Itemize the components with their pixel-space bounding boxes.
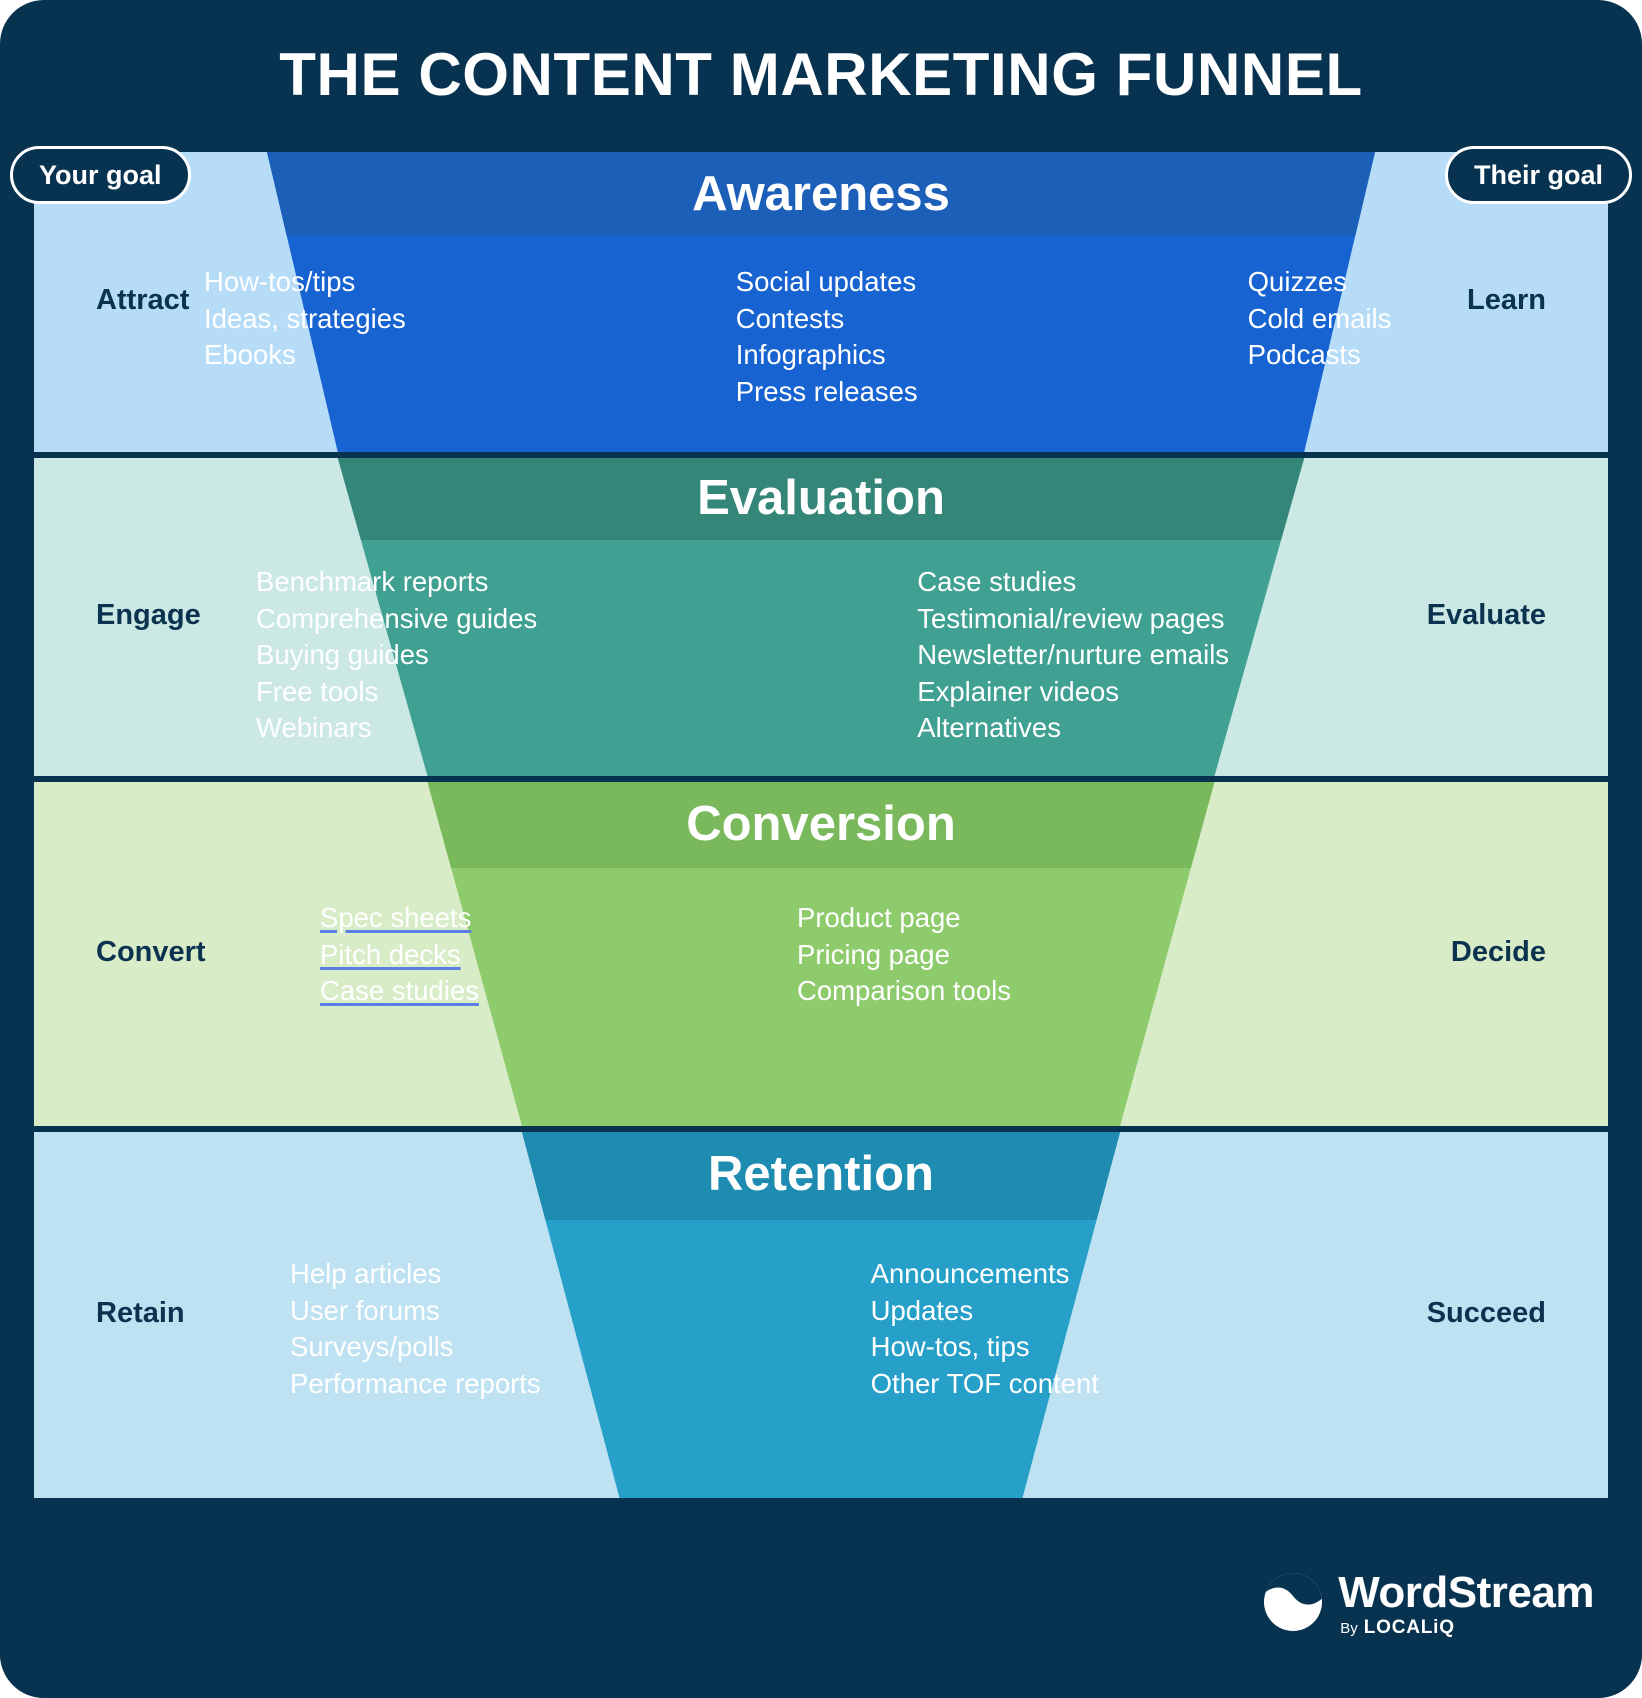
funnel-stage-awareness: Awareness Attract Learn How-tos/tips Ideas, … [34, 152, 1608, 452]
content-item: Updates [870, 1294, 974, 1326]
content-item: Benchmark reports [256, 566, 489, 597]
content-column: Announcements Updates How-tos, tips Other T… [871, 1256, 1099, 1402]
content-link-item[interactable]: Pitch decks [320, 937, 479, 974]
funnel-stage-retention: Retention Retain Succeed Help articles User … [34, 1132, 1608, 1498]
funnel-stage-evaluation: Evaluation Engage Evaluate Benchmark report… [34, 458, 1608, 776]
content-item: Cold emails [1247, 302, 1392, 334]
content-item: Alternatives [917, 712, 1061, 743]
content-item: Testimonial/review pages [917, 602, 1225, 634]
your-goal-badge: Your goal [10, 146, 191, 204]
page-title: THE CONTENT MARKETING FUNNEL [279, 40, 1363, 108]
content-item: Other TOF content [870, 1367, 1099, 1399]
brand-parent-line: By LOCALiQ [1340, 1617, 1594, 1639]
stage-content-columns-evaluation: Benchmark reports Comprehensive guides Buy… [256, 564, 1229, 747]
brand-by-label: By [1340, 1620, 1358, 1637]
content-column: How-tos/tips Ideas, strategies Ebooks [204, 264, 406, 410]
logo-text-block: WordStream By LOCALiQ [1338, 1570, 1594, 1639]
content-item: Social updates [735, 266, 917, 297]
content-item: Contests [735, 302, 845, 334]
stage-content-columns-awareness: How-tos/tips Ideas, strategies Ebooks Socia… [204, 264, 1391, 410]
your-goal-retention: Retain [96, 1297, 185, 1329]
content-item: Performance reports [290, 1367, 541, 1399]
content-item: Comparison tools [796, 975, 1011, 1006]
content-item: Explainer videos [917, 675, 1120, 707]
content-item: Infographics [735, 339, 886, 370]
content-item: Quizzes [1247, 266, 1348, 297]
content-column: Case studies Testimonial/review pages News… [917, 564, 1229, 747]
content-item: Free tools [256, 675, 379, 707]
content-item: Announcements [870, 1258, 1070, 1289]
content-item: Ebooks [204, 339, 296, 370]
their-goal-evaluation: Evaluate [1426, 599, 1546, 631]
content-column: Product page Pricing page Comparison tools [797, 900, 1011, 1010]
wave-circle-icon [1262, 1571, 1324, 1638]
content-item: How-tos, tips [870, 1331, 1030, 1362]
content-item: Surveys/polls [290, 1331, 454, 1362]
content-column: Benchmark reports Comprehensive guides Buy… [256, 564, 537, 747]
content-item: Help articles [290, 1258, 442, 1289]
content-link-item[interactable]: Spec sheets [320, 900, 479, 937]
content-item: Comprehensive guides [256, 602, 538, 634]
content-item: How-tos/tips [204, 266, 356, 297]
stage-content-columns-conversion: Spec sheets Pitch decks Case studies Produc… [320, 900, 1011, 1010]
brand-parent-name: LOCALiQ [1363, 1617, 1455, 1638]
content-item: Webinars [256, 712, 372, 743]
wordstream-logo: WordStream By LOCALiQ [1262, 1570, 1594, 1639]
your-goal-awareness: Attract [96, 284, 190, 316]
their-goal-badge: Their goal [1444, 146, 1632, 204]
content-column: Help articles User forums Surveys/polls Per… [290, 1256, 541, 1402]
content-item: Ideas, strategies [204, 302, 406, 334]
content-column: Spec sheets Pitch decks Case studies [320, 900, 479, 1010]
their-goal-awareness: Learn [1467, 284, 1546, 316]
funnel-stage-conversion: Conversion Convert Decide Spec sheets Pitch … [34, 782, 1608, 1126]
content-column: Quizzes Cold emails Podcasts [1248, 264, 1392, 410]
content-column: Social updates Contests Infographics Press … [736, 264, 918, 410]
content-item: Case studies [917, 566, 1077, 597]
content-item: Press releases [735, 375, 918, 407]
brand-name: WordStream [1338, 1568, 1594, 1617]
content-item: User forums [290, 1294, 440, 1326]
content-item: Buying guides [256, 639, 429, 670]
your-goal-conversion: Convert [96, 936, 206, 968]
their-goal-conversion: Decide [1450, 936, 1546, 968]
stage-content-columns-retention: Help articles User forums Surveys/polls Per… [290, 1256, 1099, 1402]
infographic-poster: THE CONTENT MARKETING FUNNEL Awareness At… [0, 0, 1642, 1698]
content-item: Pricing page [796, 938, 950, 970]
footer-bar: WordStream By LOCALiQ [0, 1548, 1642, 1698]
content-item: Product page [796, 902, 961, 933]
content-link-item[interactable]: Case studies [320, 973, 479, 1010]
your-goal-evaluation: Engage [96, 599, 201, 631]
their-goal-retention: Succeed [1426, 1297, 1546, 1329]
content-item: Podcasts [1247, 339, 1361, 370]
content-item: Newsletter/nurture emails [917, 639, 1230, 670]
title-bar: THE CONTENT MARKETING FUNNEL [0, 0, 1642, 148]
